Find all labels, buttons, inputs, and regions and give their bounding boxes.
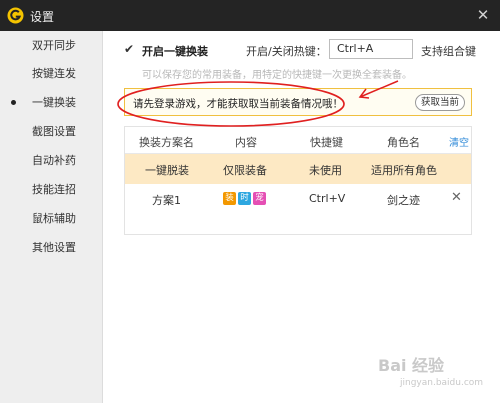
table-header: 换装方案名 内容 快捷键 角色名 清空 [125,127,471,154]
sidebar-item-label: 其他设置 [32,241,76,254]
row-plan-name: 方案1 [152,194,181,207]
login-notice: 请先登录游戏，才能获取取当前装备情况哦！ 获取当前 [124,88,472,116]
fetch-current-button[interactable]: 获取当前 [415,94,465,111]
header-role-name: 角色名 [387,136,420,149]
sidebar-item-label: 双开同步 [32,39,76,52]
sidebar-item-label: 自动补药 [32,154,76,167]
window-title: 设置 [30,10,55,24]
pet-tag: 宠 [253,192,266,205]
settings-panel: ✔ 开启一键换装 开启/关闭热键： Ctrl+A 支持组合键 可以保存您的常用装… [104,31,500,403]
delete-row-icon[interactable]: ✕ [451,190,462,205]
sidebar-item-dual-sync[interactable]: 双开同步 [0,32,102,60]
row-plan-name: 一键脱装 [145,164,189,177]
fashion-tag: 时 [238,192,251,205]
outfit-table: 换装方案名 内容 快捷键 角色名 清空 一键脱装 仅限装备 未使用 适用所有角色… [124,126,472,235]
equip-tag: 装 [223,192,236,205]
sidebar-item-screenshot[interactable]: 截图设置 [0,118,102,146]
row-hotkey: 未使用 [309,164,342,177]
hotkey-input[interactable]: Ctrl+A [329,39,413,59]
sidebar-item-label: 截图设置 [32,125,76,138]
watermark-url: jingyan.baidu.com [400,378,484,388]
table-row[interactable]: 一键脱装 仅限装备 未使用 适用所有角色 [125,154,471,184]
watermark-text: Bai 经验 [378,356,445,375]
row-hotkey: Ctrl+V [309,192,346,205]
sidebar-item-auto-potion[interactable]: 自动补药 [0,147,102,175]
hotkey-label: 开启/关闭热键： [246,45,327,58]
sidebar-item-label: 鼠标辅助 [32,212,76,225]
row-role-name: 剑之迹 [387,194,420,207]
enable-row: ✔ 开启一键换装 开启/关闭热键： Ctrl+A 支持组合键 [124,39,484,61]
selected-dot-icon [11,100,16,105]
sidebar-item-label: 一键换装 [32,96,76,109]
clear-link[interactable]: 清空 [449,134,469,149]
hint-text: 可以保存您的常用装备，用特定的快捷键一次更换全套装备。 [142,70,412,81]
close-icon[interactable]: ✕ [474,6,492,24]
sidebar-item-label: 按键连发 [32,67,76,80]
row-content: 仅限装备 [223,164,267,177]
title-bar: 设置 ✕ [0,0,500,31]
header-content: 内容 [235,136,257,149]
enable-label: 开启一键换装 [142,45,208,58]
sidebar-item-other[interactable]: 其他设置 [0,234,102,262]
notice-text: 请先登录游戏，才能获取取当前装备情况哦！ [133,98,343,110]
sidebar-item-key-repeat[interactable]: 按键连发 [0,60,102,88]
row-role-name: 适用所有角色 [371,164,437,177]
g-logo-icon [7,7,24,24]
settings-sidebar: 双开同步 按键连发 一键换装 截图设置 自动补药 技能连招 鼠标辅助 其他设置 [0,31,103,403]
header-plan-name: 换装方案名 [139,136,194,149]
enable-checkbox[interactable]: ✔ [124,43,137,56]
sidebar-item-mouse-assist[interactable]: 鼠标辅助 [0,205,102,233]
header-hotkey: 快捷键 [310,136,343,149]
sidebar-item-label: 技能连招 [32,183,76,196]
combo-key-label: 支持组合键 [421,45,476,58]
sidebar-item-quick-equip[interactable]: 一键换装 [0,89,102,117]
sidebar-item-skill-combo[interactable]: 技能连招 [0,176,102,204]
table-row[interactable]: 方案1 装 时 宠 Ctrl+V 剑之迹 ✕ [125,184,471,214]
